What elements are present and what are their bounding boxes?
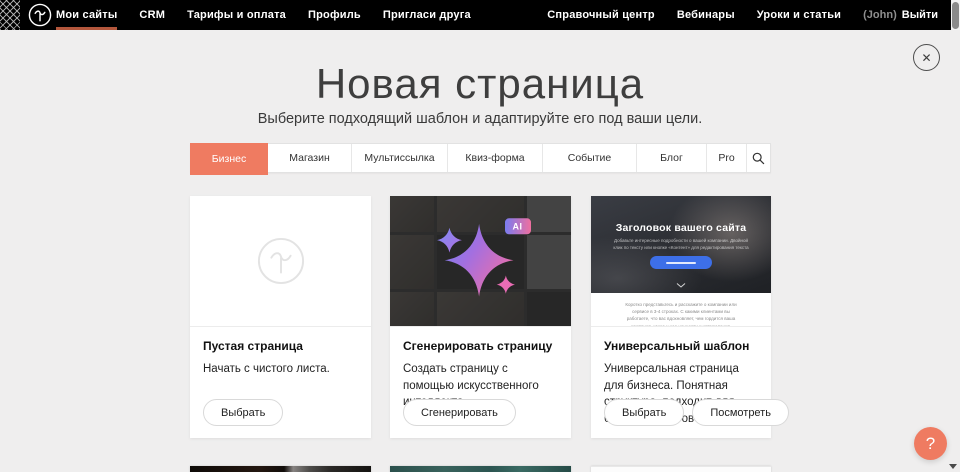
template-about-section: Коротко представьтесь и расскажите о ком… xyxy=(591,293,771,326)
template-hero-cta-button xyxy=(650,256,712,269)
template-hero-subtext: Добавьте интересные подробности о вашей … xyxy=(609,238,753,252)
template-card-universal: Заголовок вашего сайта Добавьте интересн… xyxy=(591,196,771,438)
card-title: Сгенерировать страницу xyxy=(403,339,558,353)
template-card-partial-2 xyxy=(390,466,571,472)
nav-item-webinars[interactable]: Вебинары xyxy=(677,0,735,30)
template-card-partial-3 xyxy=(591,466,771,472)
card-actions: Сгенерировать xyxy=(403,399,516,426)
page-title: Новая страница xyxy=(0,60,960,108)
choose-blank-button[interactable]: Выбрать xyxy=(203,399,283,426)
tab-pro[interactable]: Pro xyxy=(707,144,747,172)
scrollbar-down-arrow-icon[interactable] xyxy=(949,464,957,469)
tab-business[interactable]: Бизнес xyxy=(190,143,268,175)
generate-page-button[interactable]: Сгенерировать xyxy=(403,399,516,426)
nav-item-plans-payment[interactable]: Тарифы и оплата xyxy=(187,0,286,30)
help-button[interactable]: ? xyxy=(914,427,947,460)
secondary-nav: Справочный центр Вебинары Уроки и статьи… xyxy=(547,0,938,30)
blank-page-preview xyxy=(190,196,371,327)
primary-nav: Мои сайты CRM Тарифы и оплата Профиль Пр… xyxy=(56,0,471,30)
tab-store[interactable]: Магазин xyxy=(268,144,352,172)
tab-quiz-form[interactable]: Квиз-форма xyxy=(448,144,543,172)
template-hero-heading: Заголовок вашего сайта xyxy=(591,222,771,234)
card-title: Универсальный шаблон xyxy=(604,339,758,353)
chevron-down-icon xyxy=(677,283,686,288)
search-icon xyxy=(752,152,765,165)
logout-link[interactable]: Выйти xyxy=(902,9,938,21)
template-card-ai-generate: AI Сгенерировать страницу Создать страни… xyxy=(390,196,571,438)
decorative-weave-pattern xyxy=(0,0,20,30)
ai-generate-preview: AI xyxy=(390,196,571,327)
tilda-watermark-icon xyxy=(257,237,305,285)
tab-event[interactable]: Событие xyxy=(543,144,637,172)
nav-item-my-sites[interactable]: Мои сайты xyxy=(56,0,117,30)
card-actions: Выбрать xyxy=(203,399,283,426)
card-actions: Выбрать Посмотреть xyxy=(604,399,789,426)
card-description: Начать с чистого листа. xyxy=(203,361,358,378)
ai-badge: AI xyxy=(505,218,531,234)
nav-item-help-center[interactable]: Справочный центр xyxy=(547,0,655,30)
choose-universal-button[interactable]: Выбрать xyxy=(604,399,684,426)
template-about-text: Коротко представьтесь и расскажите о ком… xyxy=(621,301,741,327)
top-navigation-bar: Мои сайты CRM Тарифы и оплата Профиль Пр… xyxy=(0,0,960,30)
question-mark-icon: ? xyxy=(926,434,935,454)
user-session: (John) Выйти xyxy=(863,9,938,21)
page-subtitle: Выберите подходящий шаблон и адаптируйте… xyxy=(0,111,960,127)
ai-sparkle-icon: AI xyxy=(433,216,529,302)
nav-item-profile[interactable]: Профиль xyxy=(308,0,361,30)
template-hero-section: Заголовок вашего сайта Добавьте интересн… xyxy=(591,196,771,293)
nav-item-invite-friend[interactable]: Пригласи друга xyxy=(383,0,471,30)
nav-item-crm[interactable]: CRM xyxy=(139,0,165,30)
template-category-tabs: Бизнес Магазин Мультиссылка Квиз-форма С… xyxy=(190,143,771,173)
search-templates-button[interactable] xyxy=(747,144,770,172)
user-name-label: (John) xyxy=(863,9,897,21)
universal-template-preview: Заголовок вашего сайта Добавьте интересн… xyxy=(591,196,771,327)
nav-item-lessons-articles[interactable]: Уроки и статьи xyxy=(757,0,841,30)
template-picker-page: Мои сайты CRM Тарифы и оплата Профиль Пр… xyxy=(0,0,960,472)
tilda-logo-icon[interactable] xyxy=(28,3,52,27)
tab-multilink[interactable]: Мультиссылка xyxy=(352,144,448,172)
preview-universal-button[interactable]: Посмотреть xyxy=(692,399,789,426)
template-card-partial-1 xyxy=(190,466,371,472)
tab-blog[interactable]: Блог xyxy=(637,144,707,172)
scrollbar-thumb[interactable] xyxy=(952,2,959,29)
card-title: Пустая страница xyxy=(203,339,358,353)
template-card-blank-page: Пустая страница Начать с чистого листа. … xyxy=(190,196,371,438)
